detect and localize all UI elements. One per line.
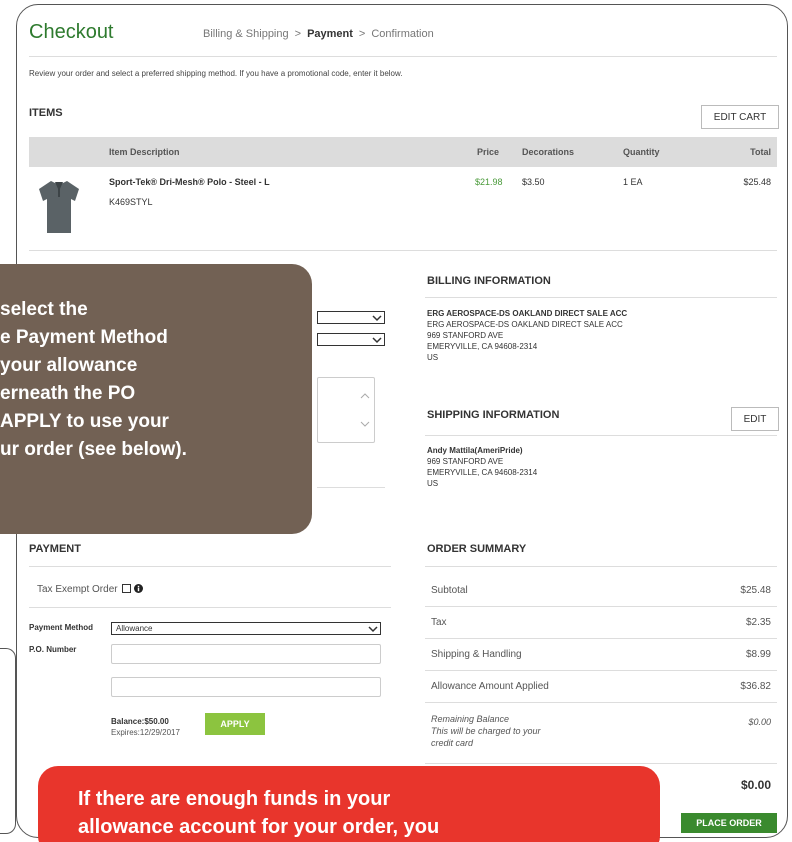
adjacent-panel-edge	[0, 648, 16, 834]
item-quantity: 1 EA	[623, 177, 643, 187]
shipping-heading: SHIPPING INFORMATION	[427, 409, 560, 421]
item-decorations: $3.50	[522, 177, 545, 187]
col-total: Total	[750, 147, 771, 157]
item-total: $25.48	[743, 177, 771, 187]
comments-textarea[interactable]	[317, 377, 375, 443]
summary-row-allowance: Allowance Amount Applied $36.82	[425, 671, 777, 703]
col-item-description: Item Description	[109, 147, 180, 157]
edit-shipping-button[interactable]: EDIT	[731, 407, 779, 431]
chevron-down-icon	[372, 315, 382, 322]
instruction-callout: select the e Payment Method your allowan…	[0, 264, 312, 534]
apply-button[interactable]: APPLY	[205, 713, 265, 735]
col-decorations: Decorations	[522, 147, 575, 157]
edit-cart-button[interactable]: EDIT CART	[701, 105, 779, 129]
expires-text: Expires:12/29/2017	[111, 728, 180, 737]
allowance-code-input[interactable]	[111, 677, 381, 697]
payment-method-select[interactable]: Allowance	[111, 622, 381, 635]
balance-text: Balance:$50.00	[111, 717, 169, 726]
remaining-note: This will be charged to your	[431, 726, 541, 736]
remaining-balance: Remaining Balance This will be charged t…	[431, 713, 541, 749]
item-sku: K469STYL	[109, 197, 153, 207]
divider	[425, 297, 777, 298]
remaining-note: credit card	[431, 738, 474, 748]
order-summary-heading: ORDER SUMMARY	[427, 543, 527, 555]
order-total: $0.00	[740, 778, 771, 792]
divider	[425, 566, 777, 567]
place-order-button[interactable]: PLACE ORDER	[681, 813, 777, 833]
step-confirmation[interactable]: Confirmation	[371, 28, 433, 40]
payment-method-value: Allowance	[116, 624, 153, 633]
billing-heading: BILLING INFORMATION	[427, 275, 551, 287]
shipping-select[interactable]	[317, 333, 385, 346]
textarea-scroll-arrows[interactable]	[360, 390, 370, 430]
step-payment[interactable]: Payment	[307, 28, 353, 40]
page-title: Checkout	[29, 21, 114, 43]
po-number-label: P.O. Number	[29, 645, 77, 654]
chevron-down-icon	[372, 337, 382, 344]
funds-callout: If there are enough funds in your allowa…	[38, 766, 660, 842]
step-separator: >	[358, 28, 366, 40]
step-billing-shipping[interactable]: Billing & Shipping	[203, 28, 289, 40]
billing-address: ERG AEROSPACE-DS OAKLAND DIRECT SALE ACC…	[427, 309, 628, 362]
divider	[29, 607, 391, 608]
tax-exempt-row: Tax Exempt Order	[37, 584, 144, 595]
summary-row-shipping: Shipping & Handling $8.99	[425, 639, 777, 671]
tax-exempt-label: Tax Exempt Order	[37, 584, 118, 595]
summary-row-subtotal: Subtotal $25.48	[425, 575, 777, 607]
po-number-input[interactable]	[111, 644, 381, 664]
summary-row-tax: Tax $2.35	[425, 607, 777, 639]
checkout-steps: Billing & Shipping > Payment > Confirmation	[203, 28, 434, 40]
checkout-header: Checkout Billing & Shipping > Payment > Conf…	[29, 21, 777, 57]
shipping-address: Andy Mattila(AmeriPride) 969 STANFORD AV…	[427, 446, 538, 488]
items-heading: ITEMS	[29, 107, 63, 119]
col-price: Price	[477, 147, 500, 157]
remaining-label: Remaining Balance	[431, 714, 510, 724]
tax-exempt-checkbox[interactable]	[122, 584, 132, 593]
polo-shirt-image	[39, 181, 79, 233]
divider	[425, 763, 777, 764]
payment-heading: PAYMENT	[29, 543, 81, 555]
info-icon[interactable]	[134, 584, 144, 593]
step-separator: >	[294, 28, 302, 40]
allowance-balance: Balance:$50.00 Expires:12/29/2017	[111, 717, 180, 737]
col-quantity: Quantity	[623, 147, 660, 157]
table-row: Sport-Tek® Dri-Mesh® Polo - Steel - L K4…	[29, 167, 777, 251]
billing-select[interactable]	[317, 311, 385, 324]
item-name[interactable]: Sport-Tek® Dri-Mesh® Polo - Steel - L	[109, 177, 270, 187]
divider	[317, 487, 385, 488]
divider	[29, 566, 391, 567]
intro-text: Review your order and select a preferred…	[29, 69, 403, 78]
payment-method-label: Payment Method	[29, 623, 94, 632]
remaining-value: $0.00	[748, 717, 771, 727]
items-table-header: Item Description Price Decorations Quant…	[29, 137, 777, 167]
item-price: $21.98	[475, 177, 503, 187]
chevron-down-icon	[368, 626, 378, 633]
divider	[425, 435, 777, 436]
